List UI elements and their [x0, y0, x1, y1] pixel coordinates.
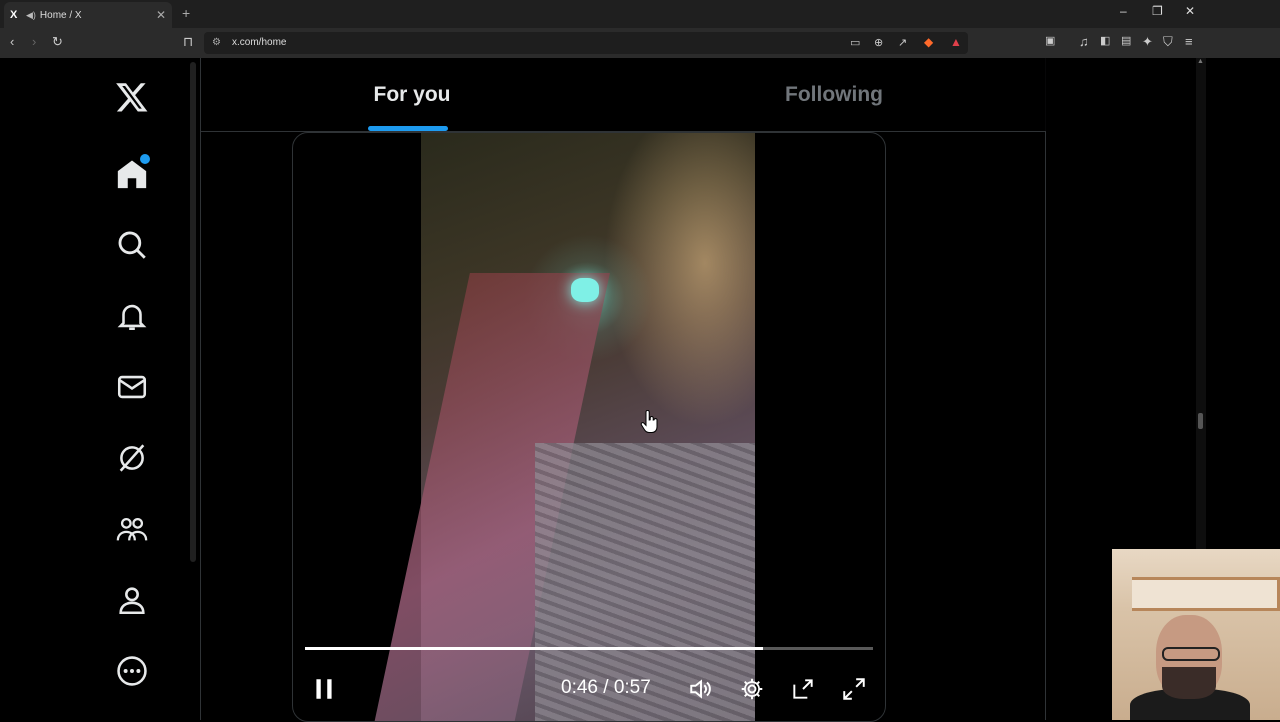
video-content [571, 278, 599, 302]
sidebar-nav [96, 58, 168, 720]
scroll-up-icon[interactable]: ▲ [1197, 58, 1204, 65]
fullscreen-button[interactable] [838, 673, 870, 705]
active-tab-indicator [368, 126, 448, 131]
x-app: For you Following 0:46 / 0:57 ▲ [0, 58, 1206, 722]
browser-tab[interactable]: X ◀) Home / X ✕ [4, 2, 172, 28]
sidebar-panel-icon[interactable]: ▣ [1045, 34, 1055, 47]
brave-rewards-icon[interactable]: ▲ [950, 35, 962, 49]
video-time-display: 0:46 / 0:57 [561, 677, 651, 698]
zoom-icon[interactable]: ⊕ [874, 36, 883, 49]
close-tab-icon[interactable]: ✕ [156, 8, 166, 22]
hand-cursor-icon [640, 410, 658, 433]
vpn-icon[interactable]: ⛉ [1163, 34, 1173, 50]
timeline: For you Following 0:46 / 0:57 [200, 58, 1046, 722]
forward-icon[interactable]: › [32, 34, 36, 49]
minimize-icon[interactable]: – [1120, 4, 1127, 18]
bookmark-icon[interactable]: ⊓ [183, 34, 193, 50]
close-window-icon[interactable]: ✕ [1185, 4, 1195, 18]
notification-dot [140, 154, 150, 164]
browser-tab-bar: X ◀) Home / X ✕ + – ❐ ✕ [0, 0, 1280, 28]
video-progress-bar[interactable] [305, 647, 873, 650]
split-view-icon[interactable]: ◧ [1100, 34, 1110, 47]
share-icon[interactable]: ↗ [898, 36, 907, 49]
brave-shield-icon[interactable]: ◆ [924, 35, 933, 49]
back-icon[interactable]: ‹ [10, 34, 14, 49]
menu-icon[interactable]: ≡ [1185, 34, 1193, 49]
home-icon[interactable] [110, 152, 154, 196]
sidebar-scrollbar[interactable] [190, 62, 196, 562]
tab-following[interactable]: Following [623, 58, 1045, 132]
volume-button[interactable] [685, 673, 717, 705]
communities-icon[interactable] [110, 507, 154, 551]
tab-for-you[interactable]: For you [201, 58, 623, 132]
restore-icon[interactable]: ❐ [1152, 4, 1163, 18]
messages-icon[interactable] [110, 365, 154, 409]
leo-ai-icon[interactable]: ✦ [1142, 34, 1153, 50]
pause-icon [316, 679, 332, 699]
notifications-icon[interactable] [110, 294, 154, 338]
webcam-person [1162, 667, 1216, 699]
pause-button[interactable] [309, 673, 339, 705]
grok-icon[interactable] [110, 436, 154, 480]
browser-toolbar: ‹ › ↻ ⊓ ⚙ x.com/home ▭ ⊕ ↗ ◆ ▲ ▣ ♫ ◧ ▤ ✦… [0, 28, 1280, 58]
search-icon[interactable] [110, 223, 154, 267]
webcam-overlay [1112, 549, 1280, 720]
wallet-icon[interactable]: ▤ [1121, 34, 1131, 47]
gear-icon [741, 678, 763, 700]
pip-icon [793, 679, 813, 699]
reload-icon[interactable]: ↻ [52, 34, 63, 50]
video-frame[interactable] [372, 133, 755, 721]
webcam-person [1162, 647, 1220, 661]
url-text[interactable]: x.com/home [232, 37, 286, 48]
music-icon[interactable]: ♫ [1079, 34, 1089, 49]
x-logo-icon[interactable] [110, 75, 154, 119]
speaker-icon[interactable]: ◀) [26, 10, 36, 21]
video-progress-fill [305, 647, 764, 650]
tab-title: Home / X [39, 9, 82, 21]
x-favicon-icon: X [10, 9, 18, 21]
address-bar[interactable]: ⚙ x.com/home ▭ ⊕ ↗ ◆ ▲ [204, 32, 968, 54]
timeline-tabs: For you Following [201, 58, 1046, 132]
scrollbar-thumb[interactable] [1198, 413, 1203, 429]
settings-button[interactable] [736, 673, 768, 705]
site-settings-icon[interactable]: ⚙ [212, 37, 221, 48]
picture-in-picture-button[interactable] [787, 673, 819, 705]
webcam-background [1132, 577, 1280, 611]
more-icon[interactable] [110, 649, 154, 693]
new-tab-icon[interactable]: + [182, 5, 190, 21]
cast-icon[interactable]: ▭ [850, 36, 860, 49]
fullscreen-icon [843, 678, 865, 700]
video-player[interactable]: 0:46 / 0:57 [292, 132, 886, 722]
profile-icon[interactable] [110, 578, 154, 622]
volume-icon [690, 679, 711, 699]
